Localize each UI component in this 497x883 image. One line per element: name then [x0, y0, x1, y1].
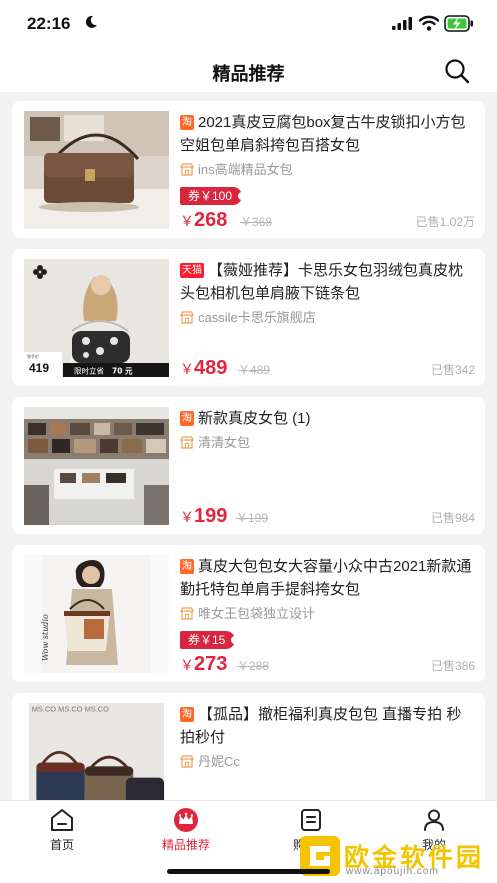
product-info: 淘【孤品】撤柜福利真皮包包 直播专拍 秒拍秒付 丹妮Cc [180, 703, 475, 771]
status-time: 22:16 [27, 14, 71, 33]
product-list: 淘 2021真皮豆腐包box复古牛皮锁扣小方包空姐包单肩斜挎包百搭女包 ins高端… [0, 92, 497, 800]
price-row: ￥199 ￥199 已售984 [180, 504, 475, 528]
coupon-badge: 券￥100 [180, 187, 247, 205]
original-price: ￥489 [238, 363, 271, 377]
shop-icon [180, 755, 194, 768]
tab-home[interactable]: 首页 [22, 807, 102, 853]
shop-name: cassile卡思乐旗舰店 [198, 310, 316, 325]
product-card[interactable]: 到手价 419 限时立省 70 元 天猫 【薇娅推荐】卡思乐女包羽绒包真皮枕头包相… [12, 249, 485, 386]
watermark-url: www.apoujin.com [346, 866, 439, 877]
product-image [24, 111, 169, 229]
product-image: Wow studio [24, 555, 169, 673]
coupon-badge: 券￥15 [180, 631, 240, 649]
product-info: 淘新款真皮女包 (1) 清清女包 [180, 407, 475, 452]
product-image [24, 407, 169, 525]
original-price: ￥199 [236, 511, 269, 525]
tab-label: 首页 [49, 838, 74, 852]
product-info: 淘真皮大包包女大容量小众中古2021新款通勤托特包单肩手提斜挎女包 唯女王包袋独… [180, 555, 475, 623]
battery-charging-icon [444, 15, 473, 32]
original-price: ￥368 [240, 215, 273, 229]
product-card[interactable]: MS.CO MS.CO MS.CO 淘【孤品】撤柜福利真皮包包 直播专拍 秒拍秒… [12, 693, 485, 800]
crown-icon [174, 808, 198, 832]
svg-text:70 元: 70 元 [112, 367, 133, 376]
product-title: 淘新款真皮女包 (1) [180, 410, 311, 427]
sale-price: ￥273 [180, 653, 228, 675]
taobao-tag: 淘 [180, 115, 194, 130]
sale-price: ￥268 [180, 209, 228, 231]
tab-recommend[interactable]: 精品推荐 [146, 807, 226, 853]
home-indicator [167, 869, 330, 874]
shop-name-row: ins高端精品女包 [180, 161, 475, 179]
shop-icon [180, 436, 194, 449]
sale-price: ￥489 [180, 357, 228, 379]
svg-text:到手价: 到手价 [27, 353, 39, 359]
tmall-tag: 天猫 [180, 263, 204, 278]
taobao-tag: 淘 [180, 411, 194, 426]
shop-name-row: 丹妮Cc [180, 753, 475, 771]
image-price-tag: 419 [29, 361, 49, 375]
original-price: ￥288 [237, 659, 270, 673]
sold-count: 已售1.02万 [415, 215, 475, 229]
product-info: 天猫 【薇娅推荐】卡思乐女包羽绒包真皮枕头包相机包单肩腋下链条包 cassile卡… [180, 259, 475, 327]
product-title: 天猫 【薇娅推荐】卡思乐女包羽绒包真皮枕头包相机包单肩腋下链条包 [180, 262, 464, 302]
shop-name: 清清女包 [198, 435, 251, 450]
shop-name: 丹妮Cc [198, 754, 240, 769]
sold-count: 已售342 [430, 363, 475, 377]
product-image: MS.CO MS.CO MS.CO [28, 703, 165, 800]
product-image: 到手价 419 限时立省 70 元 [24, 259, 169, 377]
sold-count: 已售386 [430, 659, 475, 673]
home-icon [51, 809, 73, 831]
moon-icon [85, 15, 97, 28]
taobao-tag: 淘 [180, 707, 194, 722]
shop-name: ins高端精品女包 [198, 162, 293, 177]
product-card[interactable]: Wow studio 淘真皮大包包女大容量小众中古2021新款通勤托特包单肩手提… [12, 545, 485, 682]
product-card[interactable]: 淘新款真皮女包 (1) 清清女包 ￥199 ￥199 已售984 [12, 397, 485, 534]
price-row: ￥489 ￥489 已售342 [180, 356, 475, 380]
shop-icon [180, 163, 194, 176]
product-title: 淘【孤品】撤柜福利真皮包包 直播专拍 秒拍秒付 [180, 706, 462, 746]
svg-text:限时立省: 限时立省 [74, 366, 104, 376]
nav-header: 精品推荐 [0, 48, 497, 92]
sold-count: 已售984 [430, 511, 475, 525]
product-card[interactable]: 淘 2021真皮豆腐包box复古牛皮锁扣小方包空姐包单肩斜挎包百搭女包 ins高端… [12, 101, 485, 238]
sale-price: ￥199 [180, 505, 228, 527]
wifi-icon [419, 15, 439, 31]
status-bar: 22:16 [0, 0, 497, 48]
page-title: 精品推荐 [212, 64, 285, 84]
price-row: ￥273 ￥288 已售386 [180, 652, 475, 676]
search-icon[interactable] [443, 57, 471, 85]
cellular-signal-icon [392, 17, 412, 30]
shop-icon [180, 311, 194, 324]
product-info: 淘 2021真皮豆腐包box复古牛皮锁扣小方包空姐包单肩斜挎包百搭女包 ins高端… [180, 111, 475, 179]
user-icon [424, 809, 444, 831]
shop-name-row: 唯女王包袋独立设计 [180, 605, 475, 623]
taobao-tag: 淘 [180, 559, 194, 574]
shop-name: 唯女王包袋独立设计 [198, 606, 316, 621]
price-row: ￥268 ￥368 已售1.02万 [180, 208, 475, 232]
cart-list-icon [301, 809, 321, 831]
tab-label: 精品推荐 [161, 838, 210, 852]
image-wall-text: MS.CO MS.CO MS.CO [32, 704, 109, 713]
product-title: 淘真皮大包包女大容量小众中古2021新款通勤托特包单肩手提斜挎女包 [180, 558, 472, 598]
shop-name-row: cassile卡思乐旗舰店 [180, 309, 475, 327]
image-signature: Wow studio [41, 614, 50, 661]
shop-name-row: 清清女包 [180, 434, 475, 452]
shop-icon [180, 607, 194, 620]
product-title: 淘 2021真皮豆腐包box复古牛皮锁扣小方包空姐包单肩斜挎包百搭女包 [180, 114, 466, 154]
